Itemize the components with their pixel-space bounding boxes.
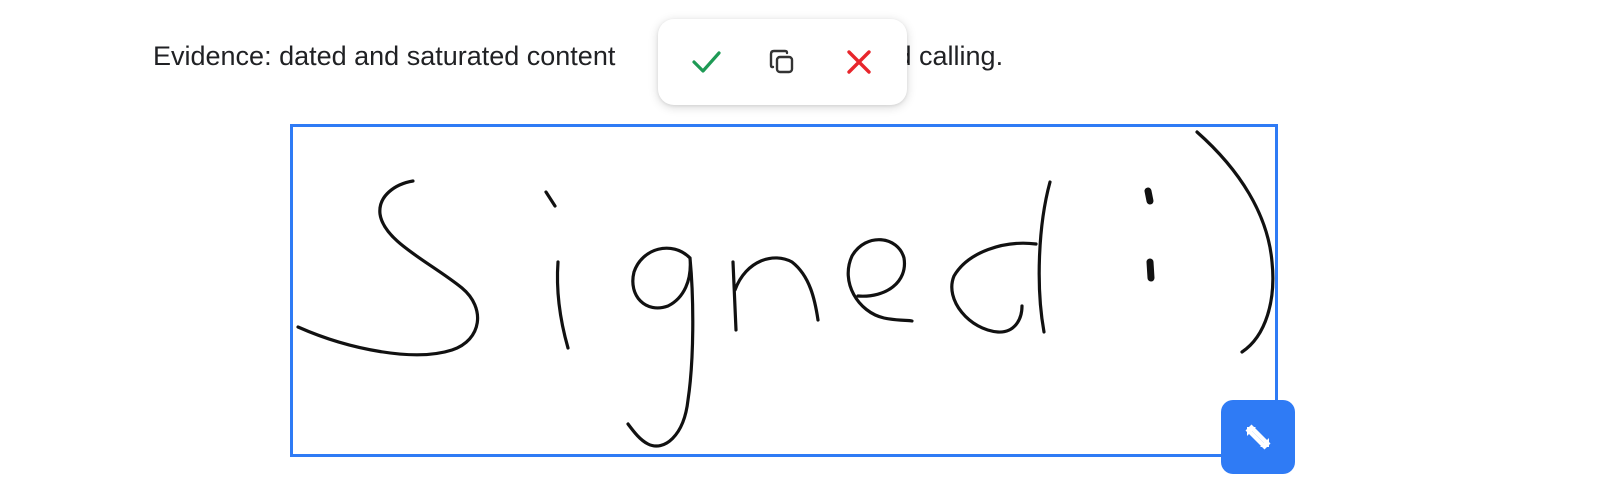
close-icon (847, 50, 871, 74)
copy-icon (770, 49, 794, 74)
resize-handle[interactable] (1221, 400, 1295, 474)
document-text-before: Evidence: dated and saturated content (153, 41, 616, 71)
checkmark-icon (692, 51, 721, 73)
confirm-button[interactable] (678, 34, 734, 90)
delete-button[interactable] (831, 34, 887, 90)
document-page: Evidence: dated and saturated contentn a… (0, 0, 1600, 491)
resize-icon (1245, 424, 1271, 450)
signature-toolbar (658, 19, 907, 105)
duplicate-button[interactable] (754, 34, 810, 90)
signature-field[interactable] (290, 124, 1278, 457)
